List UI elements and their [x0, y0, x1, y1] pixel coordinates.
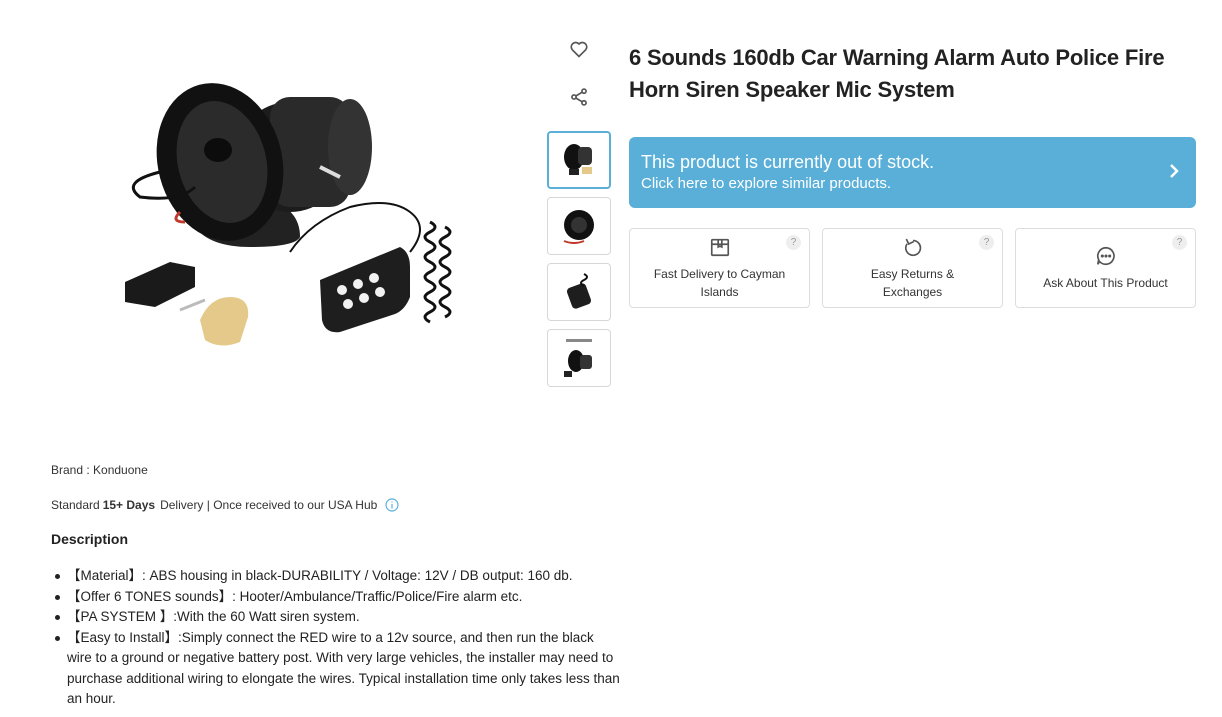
- delivery-suffix: Delivery | Once received to our USA Hub: [160, 498, 378, 512]
- feature-label: Ask About This Product: [1043, 276, 1168, 290]
- thumbnail-4[interactable]: [547, 329, 611, 387]
- refresh-icon: [904, 238, 921, 257]
- out-of-stock-message: This product is currently out of stock.: [641, 152, 935, 172]
- thumbnail-list: [547, 131, 611, 395]
- list-item: 【Offer 6 TONES sounds】: Hooter/Ambulance…: [51, 587, 621, 608]
- box-icon: [710, 238, 729, 257]
- main-product-image[interactable]: [100, 52, 480, 392]
- list-item: 【Material】: ABS housing in black-DURABIL…: [51, 566, 621, 587]
- help-icon[interactable]: ?: [1172, 235, 1187, 250]
- info-icon[interactable]: [385, 498, 399, 512]
- chat-icon: [1096, 246, 1115, 266]
- feature-ask-product[interactable]: ? Ask About This Product: [1015, 228, 1196, 308]
- description-heading: Description: [51, 531, 129, 547]
- share-icon: [571, 88, 587, 106]
- delivery-prefix: Standard: [51, 498, 100, 512]
- thumbnail-3[interactable]: [547, 263, 611, 321]
- list-item: 【PA SYSTEM 】:With the 60 Watt siren syst…: [51, 607, 621, 628]
- thumbnail-1[interactable]: [547, 131, 611, 189]
- feature-easy-returns[interactable]: ? Easy Returns & Exchanges: [822, 228, 1003, 308]
- help-icon[interactable]: ?: [979, 235, 994, 250]
- product-title: 6 Sounds 160db Car Warning Alarm Auto Po…: [629, 45, 1165, 102]
- wishlist-button[interactable]: [564, 34, 594, 64]
- feature-cards: ? Fast Delivery to Cayman Islands ? Easy…: [629, 228, 1196, 308]
- feature-label: Easy Returns & Exchanges: [870, 267, 955, 299]
- feature-label: Fast Delivery to Cayman Islands: [653, 267, 786, 299]
- chevron-right-icon: [1170, 164, 1179, 178]
- description-list: 【Material】: ABS housing in black-DURABIL…: [51, 566, 621, 710]
- delivery-days: 15+ Days: [102, 498, 156, 512]
- explore-similar-link: Click here to explore similar products.: [641, 175, 892, 192]
- out-of-stock-banner[interactable]: This product is currently out of stock. …: [629, 137, 1196, 208]
- heart-icon: [570, 41, 588, 58]
- brand-text: Brand : Konduone: [51, 463, 148, 477]
- delivery-info: Standard 15+ Days Delivery | Once receiv…: [51, 498, 399, 512]
- thumbnail-2[interactable]: [547, 197, 611, 255]
- list-item: 【Easy to Install】:Simply connect the RED…: [51, 628, 621, 710]
- feature-fast-delivery[interactable]: ? Fast Delivery to Cayman Islands: [629, 228, 810, 308]
- help-icon[interactable]: ?: [786, 235, 801, 250]
- share-button[interactable]: [564, 82, 594, 112]
